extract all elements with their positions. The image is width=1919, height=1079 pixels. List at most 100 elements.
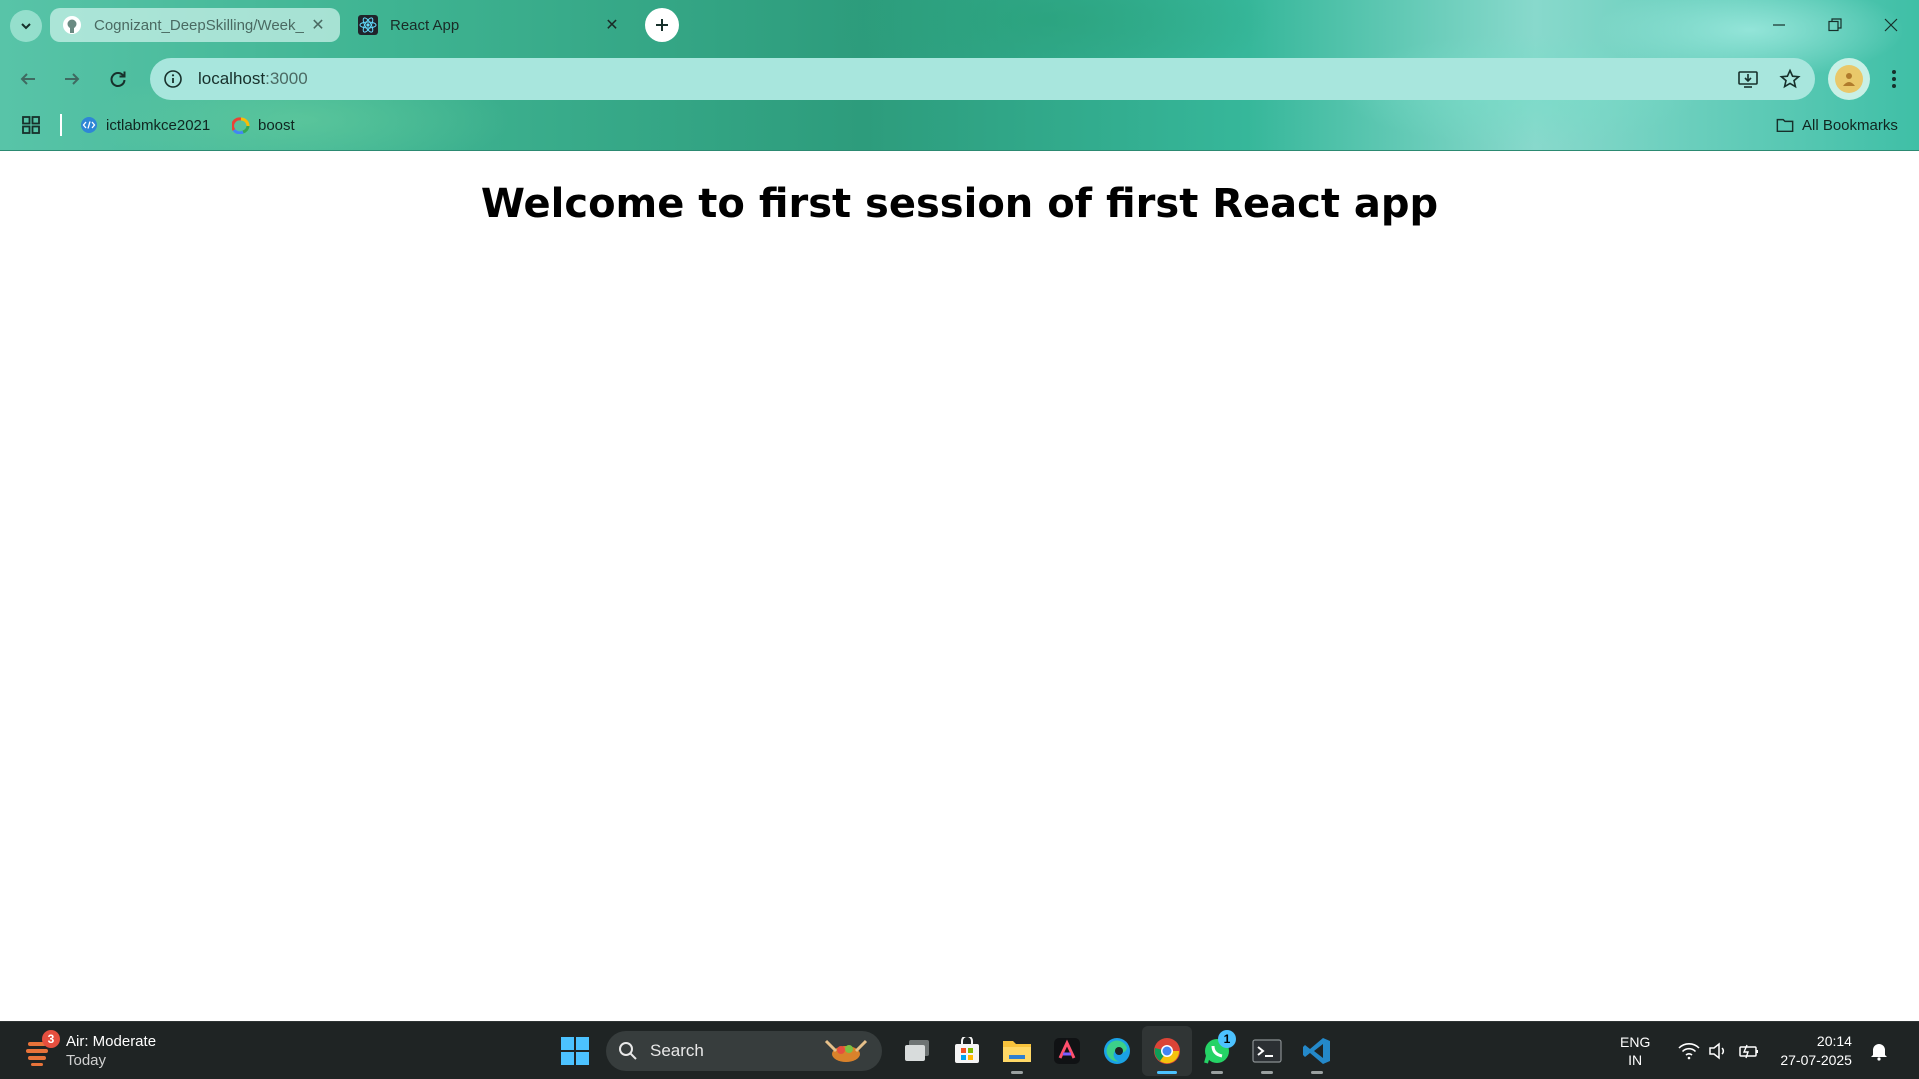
bookmark-boost[interactable]: boost bbox=[232, 112, 295, 138]
file-explorer-button[interactable] bbox=[992, 1026, 1042, 1076]
bookmarks-bar: ictlabmkce2021 boost All Bookmarks bbox=[0, 110, 1919, 140]
taskbar-apps: Search 1 bbox=[550, 1026, 1342, 1076]
vscode-icon bbox=[1303, 1038, 1330, 1064]
install-app-icon[interactable] bbox=[1731, 62, 1765, 96]
weather-subtitle: Today bbox=[66, 1052, 107, 1069]
github-icon bbox=[62, 15, 82, 35]
volume-icon[interactable] bbox=[1706, 1038, 1732, 1064]
chevron-down-icon bbox=[21, 23, 31, 30]
taskbar-search[interactable]: Search bbox=[606, 1031, 882, 1071]
terminal-icon bbox=[1252, 1039, 1282, 1063]
weather-widget[interactable]: 3 Air: Moderate Today bbox=[22, 1030, 156, 1072]
avatar-icon bbox=[1835, 65, 1863, 93]
tab-strip: Cognizant_DeepSkilling/Week_ ✕ React App… bbox=[0, 0, 1919, 50]
clock-date: 27-07-2025 bbox=[1780, 1052, 1852, 1068]
tab-react-app[interactable]: React App ✕ bbox=[346, 8, 634, 42]
store-icon bbox=[955, 1037, 979, 1063]
browser-toolbar: localhost:3000 bbox=[0, 56, 1919, 102]
adobe-app-button[interactable] bbox=[1042, 1026, 1092, 1076]
system-tray: ENG IN 20:14 27-07-2025 bbox=[1620, 1030, 1896, 1072]
tab-github[interactable]: Cognizant_DeepSkilling/Week_ ✕ bbox=[50, 8, 340, 42]
forward-button[interactable] bbox=[54, 61, 90, 97]
windows-logo-icon bbox=[561, 1037, 589, 1065]
tab-title: Cognizant_DeepSkilling/Week_ bbox=[94, 16, 304, 34]
all-bookmarks-button[interactable]: All Bookmarks bbox=[1776, 112, 1898, 138]
language-code: ENG bbox=[1620, 1034, 1651, 1050]
edge-icon bbox=[1104, 1038, 1130, 1064]
taskbar: 3 Air: Moderate Today Search 1 ENG IN 20… bbox=[0, 1021, 1919, 1079]
url-host: localhost bbox=[198, 69, 266, 88]
battery-charging-icon[interactable] bbox=[1736, 1038, 1762, 1064]
site-info-icon[interactable] bbox=[160, 66, 186, 92]
restore-icon bbox=[1828, 18, 1842, 32]
folder-icon bbox=[1776, 116, 1794, 134]
arrow-left-icon bbox=[20, 73, 35, 85]
task-view-button[interactable] bbox=[892, 1026, 942, 1076]
chrome-button[interactable] bbox=[1142, 1026, 1192, 1076]
bookmark-star-icon[interactable] bbox=[1773, 62, 1807, 96]
code-icon bbox=[80, 116, 98, 134]
weather-title: Air: Moderate bbox=[66, 1033, 157, 1050]
terminal-button[interactable] bbox=[1242, 1026, 1292, 1076]
window-controls bbox=[1751, 0, 1919, 50]
address-bar[interactable]: localhost:3000 bbox=[150, 58, 1815, 100]
apps-grid-icon bbox=[22, 116, 40, 134]
wifi-icon[interactable] bbox=[1676, 1038, 1702, 1064]
running-indicator bbox=[1011, 1071, 1023, 1074]
region-code: IN bbox=[1628, 1052, 1643, 1068]
close-icon bbox=[1884, 18, 1898, 32]
chrome-icon bbox=[1154, 1038, 1180, 1064]
page-viewport: Welcome to first session of first React … bbox=[0, 151, 1919, 1021]
minimize-icon bbox=[1773, 24, 1785, 26]
running-indicator bbox=[1311, 1071, 1323, 1074]
edge-button[interactable] bbox=[1092, 1026, 1142, 1076]
air-quality-icon: 3 bbox=[22, 1030, 60, 1068]
reload-button[interactable] bbox=[100, 61, 136, 97]
close-window-button[interactable] bbox=[1863, 0, 1919, 50]
minimize-button[interactable] bbox=[1751, 0, 1807, 50]
notification-badge: 1 bbox=[1218, 1030, 1236, 1048]
tab-search-button[interactable] bbox=[10, 10, 42, 42]
bookmarks-divider bbox=[60, 114, 62, 136]
clock-time: 20:14 bbox=[1816, 1033, 1852, 1049]
bookmark-ictlabmkce2021[interactable]: ictlabmkce2021 bbox=[80, 112, 210, 138]
start-button[interactable] bbox=[550, 1026, 600, 1076]
google-icon bbox=[232, 116, 250, 134]
folder-icon bbox=[1003, 1041, 1031, 1062]
running-indicator bbox=[1211, 1071, 1223, 1074]
browser-menu-button[interactable] bbox=[1876, 61, 1912, 97]
search-highlight-icon bbox=[824, 1039, 868, 1062]
back-button[interactable] bbox=[10, 61, 46, 97]
adobe-icon bbox=[1054, 1038, 1080, 1064]
new-tab-button[interactable] bbox=[645, 8, 679, 42]
profile-avatar[interactable] bbox=[1828, 58, 1870, 100]
page-heading: Welcome to first session of first React … bbox=[480, 181, 1439, 227]
bookmark-label: ictlabmkce2021 bbox=[106, 116, 211, 134]
running-indicator bbox=[1261, 1071, 1273, 1074]
clock[interactable]: 20:14 27-07-2025 bbox=[1780, 1032, 1852, 1070]
microsoft-store-button[interactable] bbox=[942, 1026, 992, 1076]
restore-button[interactable] bbox=[1807, 0, 1863, 50]
close-icon[interactable]: ✕ bbox=[602, 15, 622, 35]
whatsapp-button[interactable]: 1 bbox=[1192, 1026, 1242, 1076]
task-view-icon bbox=[905, 1040, 929, 1061]
browser-chrome: Cognizant_DeepSkilling/Week_ ✕ React App… bbox=[0, 0, 1919, 151]
tab-title: React App bbox=[390, 16, 460, 34]
vscode-button[interactable] bbox=[1292, 1026, 1342, 1076]
search-icon bbox=[619, 1042, 637, 1060]
plus-icon bbox=[656, 19, 668, 31]
apps-button[interactable] bbox=[22, 112, 40, 138]
react-icon bbox=[358, 15, 378, 35]
notifications-icon[interactable] bbox=[1866, 1038, 1892, 1064]
url-port: :3000 bbox=[265, 69, 308, 88]
all-bookmarks-label: All Bookmarks bbox=[1802, 116, 1898, 134]
url-text[interactable]: localhost:3000 bbox=[198, 69, 1731, 89]
arrow-right-icon bbox=[65, 73, 80, 85]
weather-badge: 3 bbox=[42, 1030, 60, 1048]
reload-icon bbox=[110, 71, 126, 87]
close-icon[interactable]: ✕ bbox=[308, 15, 328, 35]
language-indicator[interactable]: ENG IN bbox=[1620, 1033, 1650, 1069]
bookmark-label: boost bbox=[258, 116, 295, 134]
active-indicator bbox=[1157, 1071, 1177, 1074]
more-vertical-icon bbox=[1892, 70, 1896, 88]
